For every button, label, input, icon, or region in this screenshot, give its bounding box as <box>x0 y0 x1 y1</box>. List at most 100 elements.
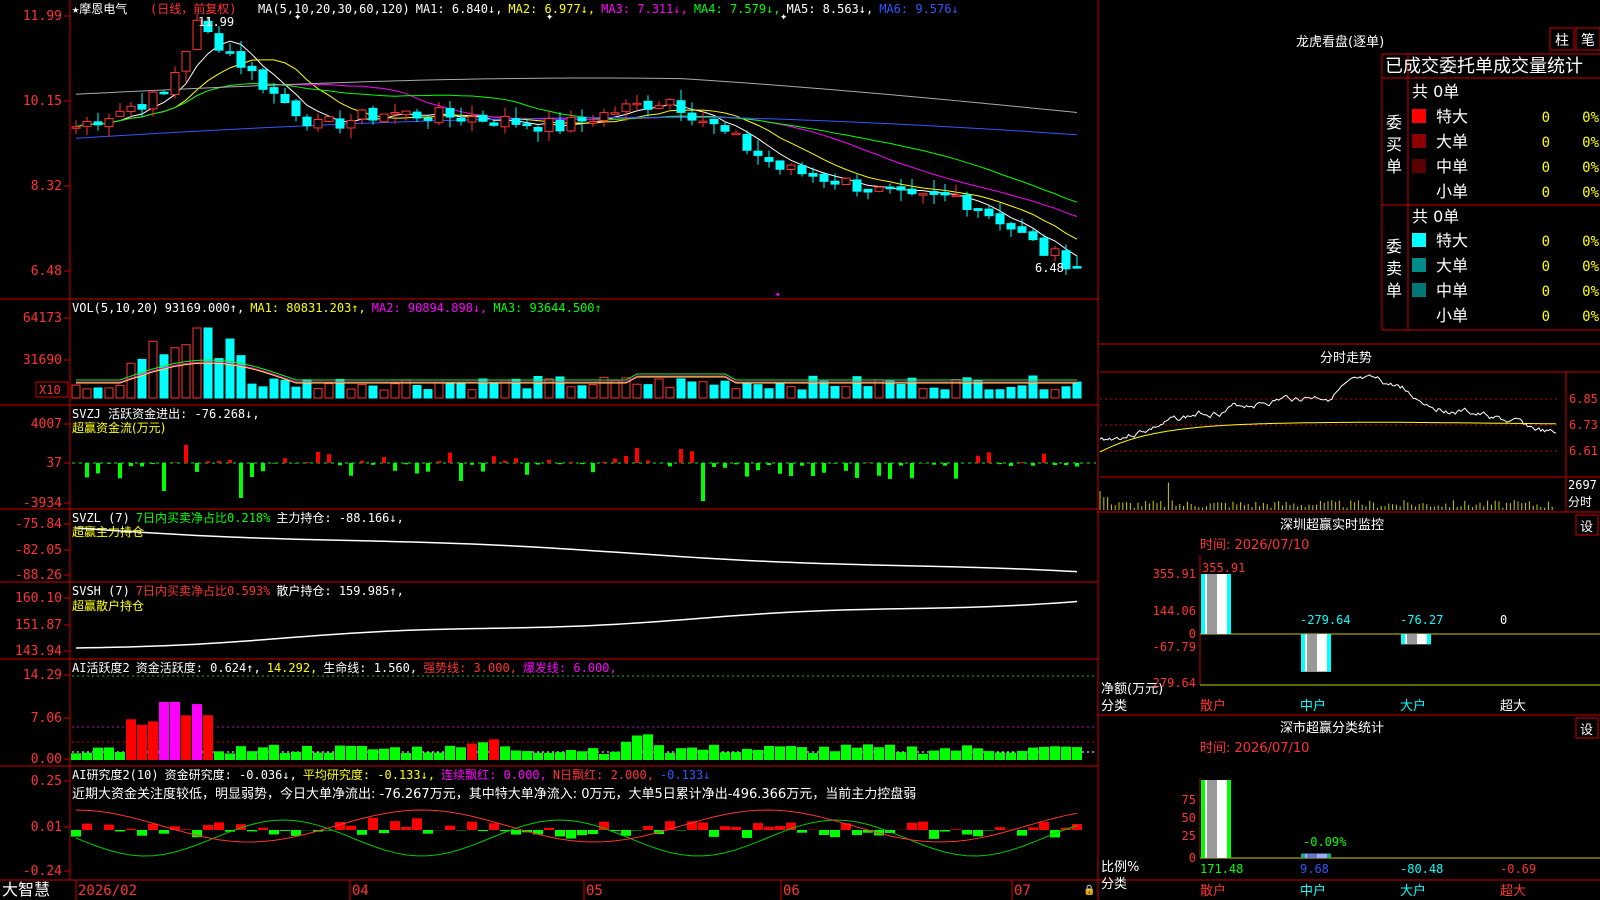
candle-body <box>654 105 664 109</box>
research-bar <box>280 830 290 831</box>
intraday-vol-tick: 2697 <box>1568 478 1597 492</box>
research-bar <box>181 829 191 830</box>
candle-body <box>687 112 697 121</box>
monitor-bar-shade <box>1207 574 1217 634</box>
lock-icon[interactable]: 🔒 <box>1083 884 1095 896</box>
fund-flow-bar <box>327 454 331 463</box>
longhu-panel[interactable]: 龙虎看盘(逐单) 柱 笔 已成交委托单成交量统计 委买单 委卖单 共 0单 共 … <box>1296 27 1600 325</box>
volume-bar <box>445 383 455 399</box>
candle-body <box>82 121 92 127</box>
volume-bar <box>379 389 389 399</box>
activity-bar <box>203 715 213 760</box>
svzj-pane[interactable]: SVZJ 活跃资金进出: -76.268↓, 超赢资金流(万元) 4007 37 -… <box>23 406 1096 511</box>
volume-bar <box>489 383 499 399</box>
monitor-panel[interactable]: 深圳超赢实时监控 设 时间: 2026/07/10 355.91144.060-… <box>1101 514 1600 714</box>
activity-bar <box>71 753 81 760</box>
fund-flow-bar <box>668 463 672 467</box>
activity-bar <box>962 745 972 760</box>
candle-body <box>786 164 796 171</box>
volume-bar <box>588 384 598 399</box>
order-type-label: 中单 <box>1436 157 1468 176</box>
fund-flow-bar <box>954 463 958 479</box>
activity-bar <box>478 742 488 760</box>
volume-bar <box>390 383 400 399</box>
fund-flow-bar <box>602 461 606 463</box>
fund-flow-bar <box>437 461 441 463</box>
volume-bar <box>632 383 642 399</box>
candle-body <box>1017 226 1027 233</box>
volume-bar <box>786 386 796 399</box>
intraday-vol-label: 分时 <box>1568 495 1592 509</box>
order-color-swatch <box>1412 159 1426 173</box>
candle-body <box>863 188 873 193</box>
svzl-pane[interactable]: SVZL (7) 7日内买卖净占比0.218% 主力持仓: -88.166↓, 超赢… <box>15 510 1078 583</box>
classify-panel[interactable]: 深市超赢分类统计 设 时间: 2026/07/10 75 50 25 0 171.48… <box>1101 717 1600 899</box>
candle-body <box>390 111 400 115</box>
research-bar <box>214 822 224 830</box>
volume-bar <box>929 387 939 399</box>
candle-body <box>544 118 554 133</box>
stock-name: ★摩恩电气 <box>72 1 127 16</box>
volume-pane[interactable]: VOL(5,10,20) 93169.000↑, MA1: 80831.203↑, M… <box>23 301 1082 399</box>
research-bar <box>82 823 92 830</box>
activity-bar <box>808 753 818 760</box>
activity-bar <box>621 741 631 760</box>
svsh-axis: 160.10 151.87 143.94 <box>15 591 70 659</box>
research-bar <box>566 830 576 839</box>
monitor-bar-label: -279.64 <box>1300 613 1351 627</box>
research-bar <box>368 817 378 830</box>
candle-body <box>819 173 829 182</box>
event-marker-icon[interactable]: ✦ <box>780 9 787 23</box>
event-marker-icon[interactable]: ✦ <box>294 9 301 23</box>
candle-body <box>412 111 422 119</box>
fund-flow-bar <box>228 459 232 463</box>
monitor-category: 中户 <box>1300 698 1326 714</box>
indicator-value: MA5: 8.563↓, <box>787 2 874 16</box>
longhu-subtitle: 已成交委托单成交量统计 <box>1385 56 1583 77</box>
fund-flow-bar <box>426 463 430 472</box>
candlesticks <box>71 14 1082 275</box>
activity-bar <box>137 724 147 760</box>
fund-flow-bar <box>822 463 826 473</box>
volume-bar <box>907 377 917 399</box>
activity-bar <box>269 744 279 760</box>
research-bar <box>852 830 862 835</box>
volume-bar <box>412 385 422 399</box>
fund-flow-bar <box>855 463 859 478</box>
candle-body <box>368 107 378 121</box>
indicator-value: 连续飘红: 0.000, <box>441 767 547 782</box>
ai-activity-pane[interactable]: AI活跃度2 资金活跃度: 0.624↑, 14.292, 生命线: 1.560, 强势… <box>23 660 1096 767</box>
date-axis[interactable]: 大智慧 2026/02 04 05 06 07 🔒 <box>2 880 1095 900</box>
candle-body <box>698 120 708 124</box>
volume-bar <box>1072 381 1082 399</box>
candle-body <box>643 100 653 110</box>
fund-flow-bar <box>899 463 903 466</box>
fund-flow-bar <box>382 457 386 463</box>
classify-categories: 散户 中户 大户 超大 <box>1200 883 1526 899</box>
price-pane[interactable]: ★摩恩电气 (日线，前复权) MA(5,10,20,30,60,120) MA1:… <box>23 1 1082 300</box>
candle-body <box>995 213 1005 225</box>
volume-bar <box>313 388 323 399</box>
indicator-value: 爆发线: 6.000, <box>523 660 617 675</box>
order-color-swatch <box>1412 258 1426 272</box>
ai-research-pane[interactable]: AI研究度2(10) 资金研究度: -0.036↓, 平均研究度: -0.133↓,… <box>23 767 1082 879</box>
activity-bar <box>324 752 334 760</box>
event-marker-icon[interactable]: ✦ <box>546 9 553 23</box>
activity-bar <box>874 747 884 760</box>
candle-body <box>775 160 785 170</box>
intraday-panel[interactable]: 分时走势 6.85 6.73 6.61 2697 分时 <box>1099 350 1600 512</box>
fund-flow-bar <box>492 456 496 463</box>
research-bar <box>907 822 917 830</box>
classify-mid-label: -0.09% <box>1303 835 1347 849</box>
svsh-indicator-values: SVSH (7) 7日内买卖净占比0.593% 散户持仓: 159.985↑, <box>72 583 404 598</box>
monitor-bar-edge <box>1327 634 1331 672</box>
activity-bar <box>643 734 653 760</box>
order-count: 0 <box>1542 234 1550 250</box>
candle-body <box>599 112 609 121</box>
indicator-value: SVZL (7) <box>72 511 130 525</box>
activity-bar <box>676 748 686 760</box>
candle-body <box>588 121 598 124</box>
fund-flow-bar <box>723 463 727 468</box>
svsh-pane[interactable]: SVSH (7) 7日内买卖净占比0.593% 散户持仓: 159.985↑, 超赢… <box>15 583 1078 659</box>
activity-bar <box>709 744 719 760</box>
